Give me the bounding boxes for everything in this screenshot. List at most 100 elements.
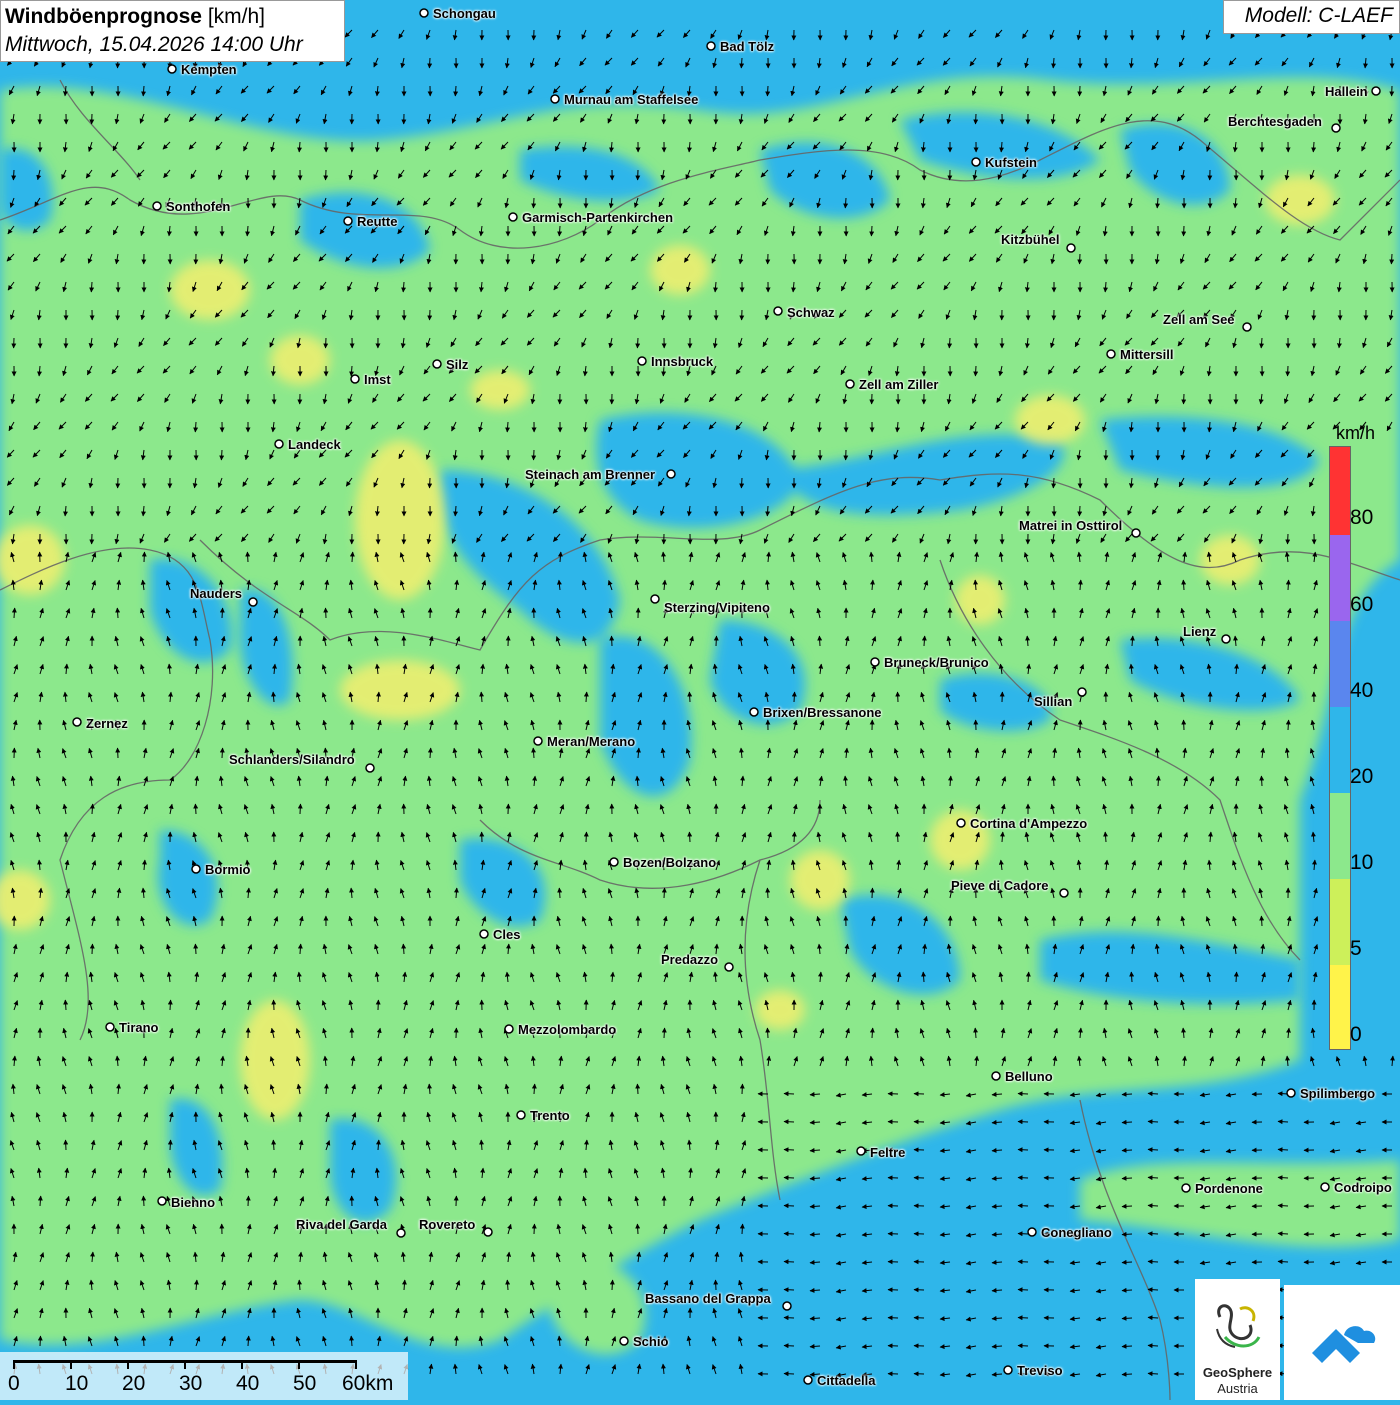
city-marker-icon[interactable] <box>551 95 559 103</box>
city-marker-icon[interactable] <box>249 598 257 606</box>
city-marker-icon[interactable] <box>667 470 675 478</box>
city-marker-icon[interactable] <box>725 963 733 971</box>
city-marker-icon[interactable] <box>1222 635 1230 643</box>
city-label[interactable]: Belluno <box>1005 1069 1053 1084</box>
city-marker-icon[interactable] <box>972 158 980 166</box>
city-label[interactable]: Bozen/Bolzano <box>623 855 716 870</box>
city-marker-icon[interactable] <box>1321 1183 1329 1191</box>
city-marker-icon[interactable] <box>707 42 715 50</box>
city-label[interactable]: Pieve di Cadore <box>951 878 1049 893</box>
city-label[interactable]: Sonthofen <box>166 199 230 214</box>
city-marker-icon[interactable] <box>1067 244 1075 252</box>
city-marker-icon[interactable] <box>509 213 517 221</box>
city-label[interactable]: Bassano del Grappa <box>645 1291 771 1306</box>
city-marker-icon[interactable] <box>1332 124 1340 132</box>
city-label[interactable]: Zernez <box>86 716 128 731</box>
city-label[interactable]: Bormio <box>205 862 251 877</box>
city-label[interactable]: Sterzing/Vipiteno <box>664 600 770 615</box>
city-label[interactable]: Pordenone <box>1195 1181 1263 1196</box>
city-label[interactable]: Conegliano <box>1041 1225 1112 1240</box>
geosphere-logo[interactable]: GeoSphere Austria <box>1195 1279 1280 1400</box>
city-marker-icon[interactable] <box>610 858 618 866</box>
city-label[interactable]: Riva del Garda <box>296 1217 387 1232</box>
city-label[interactable]: Schio <box>633 1334 668 1349</box>
city-marker-icon[interactable] <box>651 595 659 603</box>
city-label[interactable]: Silz <box>446 357 468 372</box>
city-label[interactable]: Treviso <box>1017 1363 1063 1378</box>
city-marker-icon[interactable] <box>433 360 441 368</box>
city-marker-icon[interactable] <box>275 440 283 448</box>
city-marker-icon[interactable] <box>857 1147 865 1155</box>
city-marker-icon[interactable] <box>1132 529 1140 537</box>
city-marker-icon[interactable] <box>1028 1228 1036 1236</box>
city-label[interactable]: Bienno <box>171 1195 215 1210</box>
city-label[interactable]: Cles <box>493 927 520 942</box>
city-marker-icon[interactable] <box>638 357 646 365</box>
city-marker-icon[interactable] <box>1078 688 1086 696</box>
city-label[interactable]: Schongau <box>433 6 496 21</box>
city-label[interactable]: Kitzbühel <box>1001 232 1060 247</box>
city-marker-icon[interactable] <box>1107 350 1115 358</box>
city-label[interactable]: Schwaz <box>787 305 835 320</box>
city-marker-icon[interactable] <box>351 375 359 383</box>
city-label[interactable]: Schlanders/Silandro <box>229 752 355 767</box>
city-marker-icon[interactable] <box>783 1302 791 1310</box>
city-label[interactable]: Codroipo <box>1334 1180 1392 1195</box>
city-marker-icon[interactable] <box>1372 87 1380 95</box>
city-marker-icon[interactable] <box>505 1025 513 1033</box>
city-label[interactable]: Cittadella <box>817 1373 876 1388</box>
city-marker-icon[interactable] <box>750 708 758 716</box>
city-marker-icon[interactable] <box>397 1229 405 1237</box>
city-label[interactable]: Meran/Merano <box>547 734 635 749</box>
city-label[interactable]: Kempten <box>181 62 237 77</box>
city-label[interactable]: Spilimbergo <box>1300 1086 1375 1101</box>
city-marker-icon[interactable] <box>1287 1089 1295 1097</box>
city-marker-icon[interactable] <box>192 865 200 873</box>
city-marker-icon[interactable] <box>344 217 352 225</box>
city-marker-icon[interactable] <box>804 1376 812 1384</box>
city-label[interactable]: Imst <box>364 372 391 387</box>
city-marker-icon[interactable] <box>1243 323 1251 331</box>
city-marker-icon[interactable] <box>871 658 879 666</box>
city-label[interactable]: Murnau am Staffelsee <box>564 92 698 107</box>
city-label[interactable]: Brixen/Bressanone <box>763 705 882 720</box>
city-marker-icon[interactable] <box>1060 889 1068 897</box>
city-marker-icon[interactable] <box>774 307 782 315</box>
app-logo[interactable] <box>1284 1285 1400 1400</box>
city-marker-icon[interactable] <box>73 718 81 726</box>
city-label[interactable]: Berchtesgaden <box>1228 114 1322 129</box>
city-label[interactable]: Rovereto <box>419 1217 475 1232</box>
city-label[interactable]: Bruneck/Brunico <box>884 655 989 670</box>
city-label[interactable]: Landeck <box>288 437 341 452</box>
city-marker-icon[interactable] <box>1004 1366 1012 1374</box>
city-label[interactable]: Garmisch-Partenkirchen <box>522 210 673 225</box>
city-label[interactable]: Mittersill <box>1120 347 1173 362</box>
city-label[interactable]: Predazzo <box>661 952 718 967</box>
city-label[interactable]: Tirano <box>119 1020 159 1035</box>
city-label[interactable]: Zell am See <box>1163 312 1235 327</box>
city-label[interactable]: Hallein <box>1325 84 1368 99</box>
city-marker-icon[interactable] <box>534 737 542 745</box>
city-marker-icon[interactable] <box>366 764 374 772</box>
city-label[interactable]: Cortina d'Ampezzo <box>970 816 1087 831</box>
city-marker-icon[interactable] <box>158 1197 166 1205</box>
city-marker-icon[interactable] <box>517 1111 525 1119</box>
city-marker-icon[interactable] <box>620 1337 628 1345</box>
city-marker-icon[interactable] <box>106 1023 114 1031</box>
city-label[interactable]: Innsbruck <box>651 354 713 369</box>
city-label[interactable]: Feltre <box>870 1145 905 1160</box>
city-label[interactable]: Sillian <box>1034 694 1072 709</box>
city-marker-icon[interactable] <box>420 9 428 17</box>
city-label[interactable]: Steinach am Brenner <box>525 467 655 482</box>
city-marker-icon[interactable] <box>1182 1184 1190 1192</box>
city-label[interactable]: Bad Tölz <box>720 39 774 54</box>
city-marker-icon[interactable] <box>168 65 176 73</box>
city-label[interactable]: Zell am Ziller <box>859 377 938 392</box>
city-marker-icon[interactable] <box>957 819 965 827</box>
city-label[interactable]: Lienz <box>1183 624 1216 639</box>
city-marker-icon[interactable] <box>153 202 161 210</box>
city-label[interactable]: Nauders <box>190 586 242 601</box>
city-marker-icon[interactable] <box>846 380 854 388</box>
city-marker-icon[interactable] <box>992 1072 1000 1080</box>
city-label[interactable]: Matrei in Osttirol <box>1019 518 1122 533</box>
